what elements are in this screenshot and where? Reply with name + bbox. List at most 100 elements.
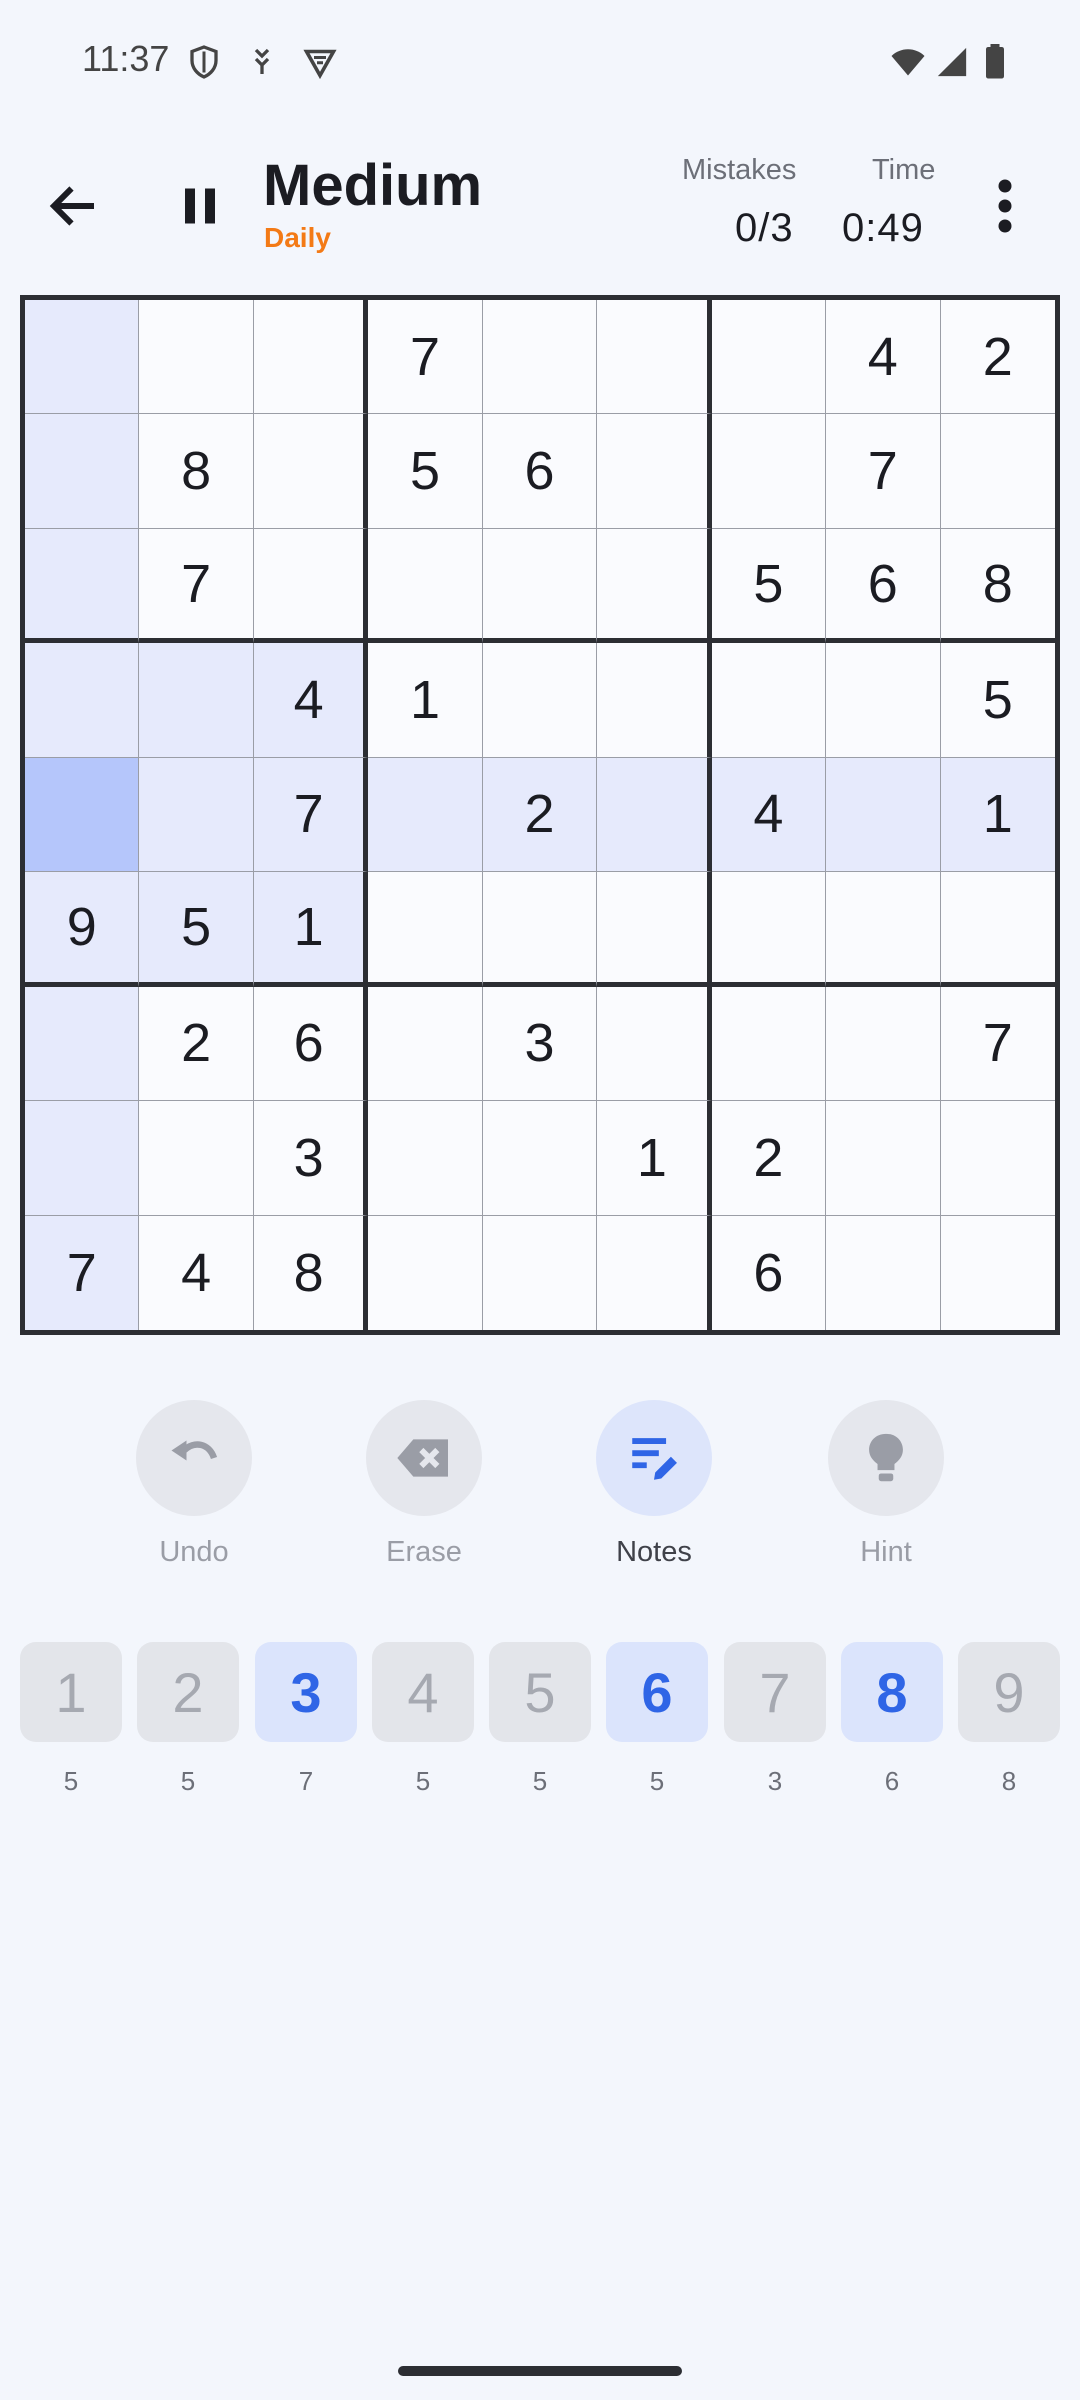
sudoku-cell[interactable]: 2 [711,1101,827,1216]
pause-icon[interactable] [170,176,230,236]
sudoku-cell[interactable] [597,414,712,529]
sudoku-cell[interactable]: 6 [253,986,369,1102]
number-key-3[interactable]: 37 [255,1642,357,1797]
sudoku-cell[interactable] [253,414,369,529]
sudoku-cell[interactable] [368,872,483,987]
sudoku-cell[interactable]: 3 [482,986,598,1102]
sudoku-cell[interactable]: 4 [826,300,941,415]
sudoku-cell[interactable] [711,414,827,529]
sudoku-cell[interactable] [597,986,712,1102]
hint-button-circle[interactable] [828,1400,944,1516]
number-key-digit[interactable]: 7 [724,1642,826,1742]
sudoku-cell[interactable] [368,1101,483,1216]
sudoku-cell[interactable]: 7 [940,987,1055,1102]
notes-button[interactable]: Notes [554,1400,754,1580]
sudoku-cell[interactable]: 7 [253,757,369,873]
number-key-5[interactable]: 55 [489,1642,591,1797]
number-key-6[interactable]: 65 [606,1642,708,1797]
sudoku-cell[interactable] [368,757,483,873]
sudoku-cell[interactable]: 5 [711,528,827,644]
sudoku-cell[interactable]: 4 [711,757,827,873]
erase-button[interactable]: Erase [324,1400,524,1580]
sudoku-cell[interactable] [826,872,941,987]
sudoku-cell[interactable]: 1 [597,1101,712,1216]
sudoku-cell[interactable]: 7 [25,1215,140,1330]
sudoku-cell[interactable] [711,300,827,415]
sudoku-cell[interactable] [826,986,941,1102]
number-key-digit[interactable]: 4 [372,1642,474,1742]
sudoku-cell[interactable] [25,528,140,644]
sudoku-cell[interactable]: 6 [826,528,941,644]
number-key-digit[interactable]: 1 [20,1642,122,1742]
sudoku-cell[interactable] [826,1101,941,1216]
sudoku-cell[interactable] [482,528,598,644]
number-key-2[interactable]: 25 [137,1642,239,1797]
sudoku-cell[interactable] [25,1101,140,1216]
undo-button-circle[interactable] [136,1400,252,1516]
sudoku-cell[interactable] [940,414,1055,529]
sudoku-cell[interactable] [139,1101,254,1216]
sudoku-cell[interactable] [826,643,941,758]
sudoku-cell[interactable] [597,757,712,873]
sudoku-cell[interactable]: 1 [368,643,483,758]
sudoku-cell[interactable] [253,300,369,415]
number-key-digit[interactable]: 8 [841,1642,943,1742]
sudoku-cell[interactable] [597,643,712,758]
sudoku-cell[interactable] [826,757,941,873]
sudoku-cell[interactable] [25,757,140,873]
back-arrow-icon[interactable] [44,176,104,236]
number-key-digit[interactable]: 2 [137,1642,239,1742]
sudoku-cell[interactable] [368,1215,483,1330]
sudoku-cell[interactable] [25,414,140,529]
sudoku-cell[interactable] [368,528,483,644]
sudoku-cell[interactable]: 7 [368,300,483,415]
number-key-digit[interactable]: 3 [255,1642,357,1742]
number-key-digit[interactable]: 5 [489,1642,591,1742]
sudoku-cell[interactable] [139,643,254,758]
number-key-digit[interactable]: 6 [606,1642,708,1742]
sudoku-cell[interactable] [941,1216,1055,1330]
sudoku-cell[interactable]: 8 [254,1215,369,1330]
sudoku-cell[interactable]: 2 [139,986,254,1102]
sudoku-cell[interactable] [482,300,598,415]
sudoku-cell[interactable]: 2 [940,300,1055,415]
home-indicator[interactable] [398,2366,682,2376]
sudoku-cell[interactable]: 4 [253,643,369,758]
sudoku-cell[interactable]: 6 [712,1215,827,1330]
sudoku-cell[interactable] [482,643,598,758]
sudoku-cell[interactable] [139,757,254,873]
sudoku-cell[interactable] [940,872,1055,987]
undo-button[interactable]: Undo [94,1400,294,1580]
sudoku-cell[interactable]: 7 [139,528,254,644]
sudoku-cell[interactable] [25,986,140,1102]
number-key-9[interactable]: 98 [958,1642,1060,1797]
sudoku-cell[interactable]: 1 [253,872,369,987]
sudoku-cell[interactable] [25,643,140,758]
number-key-7[interactable]: 73 [724,1642,826,1797]
sudoku-cell[interactable]: 2 [482,757,598,873]
notes-button-circle[interactable] [596,1400,712,1516]
number-key-4[interactable]: 45 [372,1642,474,1797]
sudoku-cell[interactable]: 8 [139,414,254,529]
sudoku-cell[interactable]: 8 [940,529,1055,644]
sudoku-cell[interactable] [597,1215,712,1330]
sudoku-cell[interactable] [368,986,483,1102]
more-options-icon[interactable] [985,176,1025,236]
sudoku-cell[interactable] [597,528,712,644]
sudoku-cell[interactable] [711,643,827,758]
sudoku-cell[interactable]: 3 [253,1101,369,1216]
sudoku-cell[interactable] [711,986,827,1102]
sudoku-cell[interactable] [482,872,598,987]
sudoku-cell[interactable]: 6 [482,414,598,529]
sudoku-cell[interactable]: 5 [368,414,483,529]
sudoku-cell[interactable] [482,1101,598,1216]
sudoku-cell[interactable] [597,300,712,415]
sudoku-cell[interactable]: 1 [940,757,1055,873]
number-key-1[interactable]: 15 [20,1642,122,1797]
sudoku-cell[interactable]: 7 [826,414,941,529]
sudoku-cell[interactable] [139,300,254,415]
hint-button[interactable]: Hint [786,1400,986,1580]
sudoku-cell[interactable]: 5 [139,872,254,987]
sudoku-cell[interactable] [826,1215,941,1330]
sudoku-cell[interactable] [940,1101,1055,1216]
